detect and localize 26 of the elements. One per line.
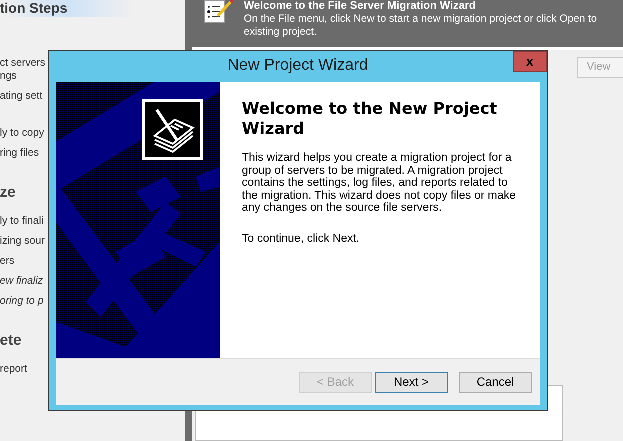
step-text: ew finaliz bbox=[0, 275, 44, 288]
step-text: ly to copy bbox=[0, 127, 44, 140]
header-description: On the File menu, click New to start a new migration project or click Open to bbox=[244, 13, 598, 26]
panel-heading: tion Steps bbox=[0, 0, 68, 16]
checklist-pencil-icon bbox=[204, 0, 234, 24]
step-text: ating sett bbox=[0, 90, 43, 103]
step-text: oring to p bbox=[0, 295, 44, 308]
step-text: report bbox=[0, 363, 28, 376]
wizard-heading: Welcome to the New Project Wizard bbox=[242, 99, 498, 139]
wizard-button[interactable]: Cancel bbox=[459, 372, 532, 392]
step-text: ly to finali bbox=[0, 215, 44, 228]
section-title: ete bbox=[0, 332, 23, 350]
dialog-title: New Project Wizard bbox=[228, 56, 368, 76]
header-description: existing project. bbox=[244, 26, 317, 39]
step-text: ring files bbox=[0, 147, 40, 160]
step-text: ngs bbox=[0, 70, 17, 83]
step-text: ct servers bbox=[0, 57, 46, 70]
step-text: ers bbox=[0, 255, 15, 268]
wizard-button[interactable]: Next > bbox=[375, 372, 448, 392]
header-title: Welcome to the File Server Migration Wizard bbox=[244, 0, 476, 13]
section-title: ze bbox=[0, 184, 17, 202]
step-text: izing sour bbox=[0, 235, 45, 248]
close-button[interactable]: x bbox=[513, 51, 547, 72]
wizard-description: This wizard helps you create a migration project for a group of servers to be migrated. A migration project contains the settings, log files, and reports related to the migration. This wizard does not copy files or make any changes on the source file servers. bbox=[242, 152, 517, 214]
wizard-hint: To continue, click Next. bbox=[242, 232, 361, 245]
notebook-pencil-icon bbox=[142, 99, 203, 160]
